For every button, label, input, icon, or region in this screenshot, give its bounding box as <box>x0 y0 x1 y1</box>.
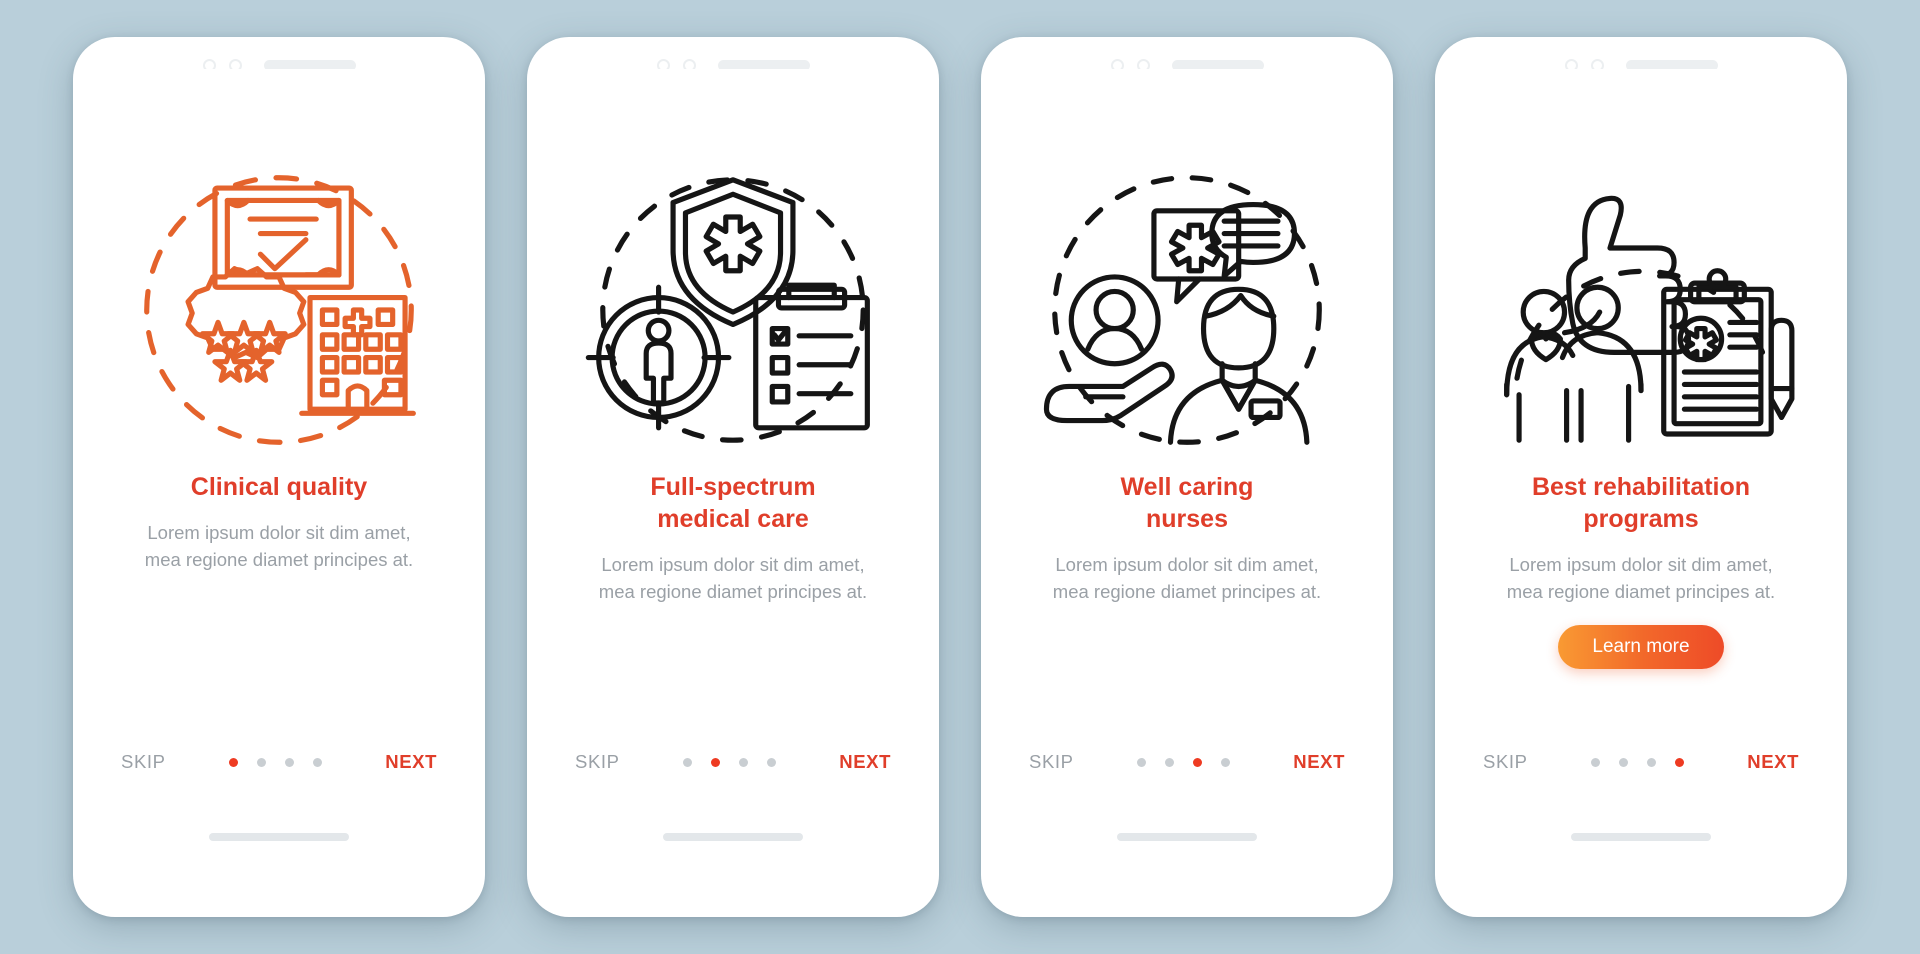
page-title: Clinical quality <box>190 473 368 501</box>
skip-button[interactable]: SKIP <box>575 751 620 773</box>
pagination-dots <box>1590 757 1684 767</box>
hand-patient-icon <box>1043 274 1175 424</box>
screen-well-caring-nurses: Well caring nurses Lorem ipsum dolor sit… <box>991 69 1383 885</box>
pagination-dot-1[interactable] <box>682 757 692 767</box>
next-button[interactable]: NEXT <box>1293 751 1345 773</box>
nurse-icon <box>1167 286 1310 445</box>
pagination-dot-3[interactable] <box>284 757 294 767</box>
phone-mockup-2: Full-spectrum medical care Lorem ipsum d… <box>527 37 939 917</box>
skip-button[interactable]: SKIP <box>1029 751 1074 773</box>
pagination-dot-3[interactable] <box>1192 757 1202 767</box>
learn-more-button[interactable]: Learn more <box>1558 625 1724 670</box>
phone-mockup-1: Clinical quality Lorem ipsum dolor sit d… <box>73 37 485 917</box>
onboarding-footer: SKIP NEXT <box>1445 751 1837 773</box>
illustration-best-rehabilitation-programs <box>1486 165 1796 455</box>
phone-mockup-4: Best rehabilitation programs Lorem ipsum… <box>1435 37 1847 917</box>
pagination-dot-4[interactable] <box>312 757 322 767</box>
pagination-dot-2[interactable] <box>1618 757 1628 767</box>
pagination-dots <box>228 757 322 767</box>
illustration-clinical-quality <box>124 165 434 455</box>
home-indicator <box>209 833 349 841</box>
pagination-dot-1[interactable] <box>1136 757 1146 767</box>
pagination-dot-4[interactable] <box>1220 757 1230 767</box>
pagination-dot-2[interactable] <box>710 757 720 767</box>
home-indicator <box>663 833 803 841</box>
next-button[interactable]: NEXT <box>1747 751 1799 773</box>
pagination-dots <box>1136 757 1230 767</box>
onboarding-screens-stage: Clinical quality Lorem ipsum dolor sit d… <box>0 0 1920 954</box>
certificate-icon <box>212 185 354 290</box>
clipboard-checklist-icon <box>753 282 870 431</box>
next-button[interactable]: NEXT <box>839 751 891 773</box>
pagination-dot-3[interactable] <box>1646 757 1656 767</box>
page-description: Lorem ipsum dolor sit dim amet, mea regi… <box>144 522 414 571</box>
page-description: Lorem ipsum dolor sit dim amet, mea regi… <box>1506 554 1776 603</box>
skip-button[interactable]: SKIP <box>1483 751 1528 773</box>
pagination-dot-2[interactable] <box>256 757 266 767</box>
illustration-full-spectrum-medical-care <box>578 165 888 455</box>
pagination-dot-1[interactable] <box>228 757 238 767</box>
next-button[interactable]: NEXT <box>385 751 437 773</box>
page-title: Well caring nurses <box>1120 473 1254 533</box>
pagination-dot-4[interactable] <box>1674 757 1684 767</box>
clipboard-pen-icon <box>1661 268 1795 437</box>
onboarding-footer: SKIP NEXT <box>537 751 929 773</box>
shield-medical-icon <box>670 177 796 328</box>
page-description: Lorem ipsum dolor sit dim amet, mea regi… <box>1052 554 1322 603</box>
illustration-well-caring-nurses <box>1032 165 1342 455</box>
thumbs-up-icon <box>1566 195 1692 355</box>
home-indicator <box>1571 833 1711 841</box>
onboarding-footer: SKIP NEXT <box>83 751 475 773</box>
speech-bubble-medical-icon <box>1151 202 1298 305</box>
skip-button[interactable]: SKIP <box>121 751 166 773</box>
hospital-building-icon <box>299 295 416 416</box>
pagination-dot-4[interactable] <box>766 757 776 767</box>
two-people-heart-icon <box>1504 284 1644 443</box>
page-title: Best rehabilitation programs <box>1531 473 1751 533</box>
pagination-dot-1[interactable] <box>1590 757 1600 767</box>
home-indicator <box>1117 833 1257 841</box>
page-description: Lorem ipsum dolor sit dim amet, mea regi… <box>598 554 868 603</box>
screen-full-spectrum-medical-care: Full-spectrum medical care Lorem ipsum d… <box>537 69 929 885</box>
screen-clinical-quality: Clinical quality Lorem ipsum dolor sit d… <box>83 69 475 885</box>
page-title: Full-spectrum medical care <box>650 473 816 533</box>
pagination-dot-2[interactable] <box>1164 757 1174 767</box>
screen-best-rehabilitation-programs: Best rehabilitation programs Lorem ipsum… <box>1445 69 1837 885</box>
phone-mockup-3: Well caring nurses Lorem ipsum dolor sit… <box>981 37 1393 917</box>
pagination-dot-3[interactable] <box>738 757 748 767</box>
pagination-dots <box>682 757 776 767</box>
onboarding-footer: SKIP NEXT <box>991 751 1383 773</box>
